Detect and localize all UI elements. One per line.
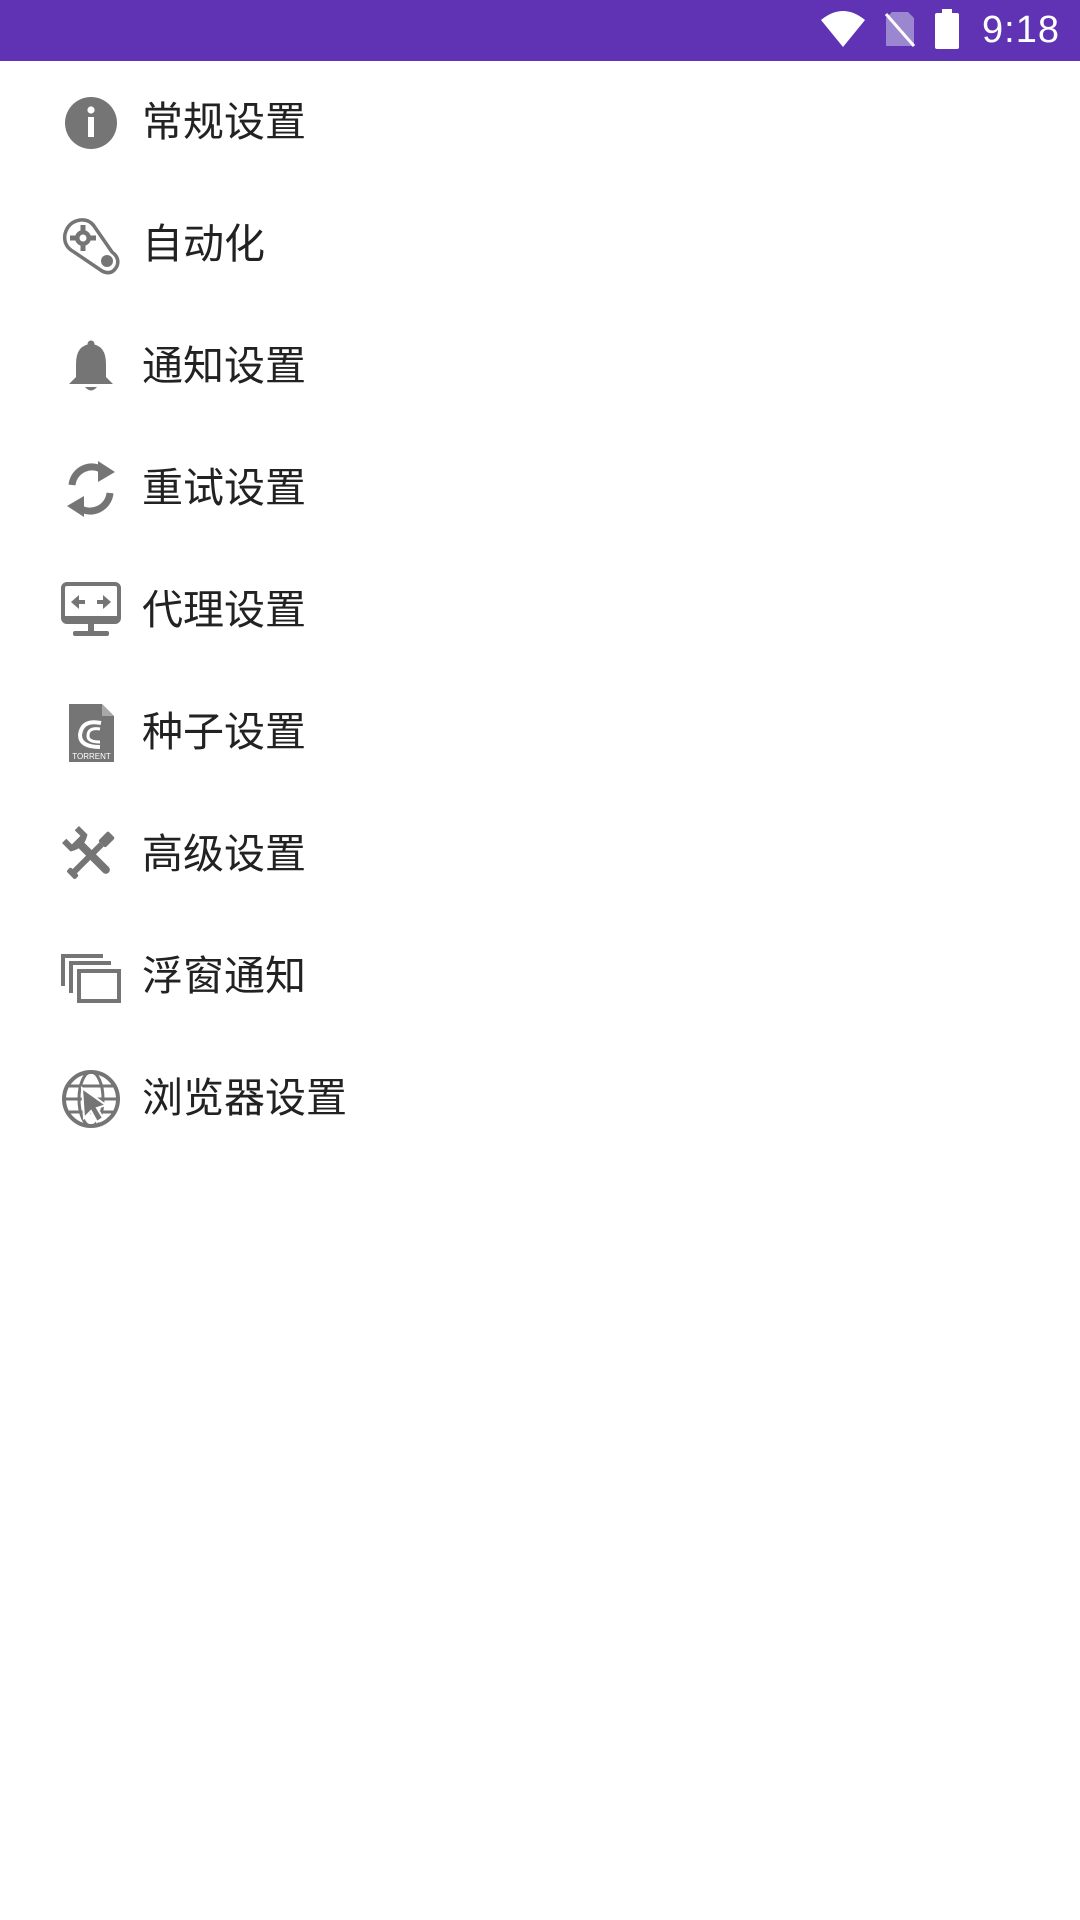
menu-item-torrent-settings[interactable]: TORRENT 种子设置 xyxy=(0,671,1080,793)
menu-item-general-settings[interactable]: 常规设置 xyxy=(0,61,1080,183)
settings-menu: 常规设置 自动化 通知设置 重试设置 代理设置 TORRENT 种子设置 高级设… xyxy=(0,61,1080,1159)
menu-item-label: 浏览器设置 xyxy=(142,1074,347,1122)
wifi-icon xyxy=(820,10,866,52)
bell-icon xyxy=(60,336,122,398)
retry-icon xyxy=(60,458,122,520)
proxy-monitor-icon xyxy=(60,580,122,642)
menu-item-automation[interactable]: 自动化 xyxy=(0,183,1080,305)
menu-item-proxy-settings[interactable]: 代理设置 xyxy=(0,549,1080,671)
menu-item-label: 重试设置 xyxy=(142,464,306,512)
automation-gear-icon xyxy=(60,214,122,276)
info-icon xyxy=(60,92,122,154)
torrent-file-icon: TORRENT xyxy=(60,702,122,764)
menu-item-label: 浮窗通知 xyxy=(142,952,306,1000)
menu-item-browser-settings[interactable]: 浏览器设置 xyxy=(0,1037,1080,1159)
menu-item-label: 高级设置 xyxy=(142,830,306,878)
wrench-screwdriver-icon xyxy=(60,824,122,886)
menu-item-floating-notification[interactable]: 浮窗通知 xyxy=(0,915,1080,1037)
menu-item-advanced-settings[interactable]: 高级设置 xyxy=(0,793,1080,915)
menu-item-label: 代理设置 xyxy=(142,586,306,634)
status-bar: 9:18 xyxy=(0,0,1080,61)
no-sim-icon xyxy=(884,10,916,52)
menu-item-label: 通知设置 xyxy=(142,342,306,390)
svg-text:TORRENT: TORRENT xyxy=(72,752,111,761)
floating-window-icon xyxy=(60,946,122,1008)
menu-item-retry-settings[interactable]: 重试设置 xyxy=(0,427,1080,549)
menu-item-label: 种子设置 xyxy=(142,708,306,756)
status-icons: 9:18 xyxy=(820,0,1060,61)
menu-item-notification-settings[interactable]: 通知设置 xyxy=(0,305,1080,427)
battery-icon xyxy=(934,8,960,53)
status-time: 9:18 xyxy=(982,9,1060,51)
globe-cursor-icon xyxy=(60,1068,122,1130)
menu-item-label: 自动化 xyxy=(142,220,265,268)
menu-item-label: 常规设置 xyxy=(142,98,306,146)
